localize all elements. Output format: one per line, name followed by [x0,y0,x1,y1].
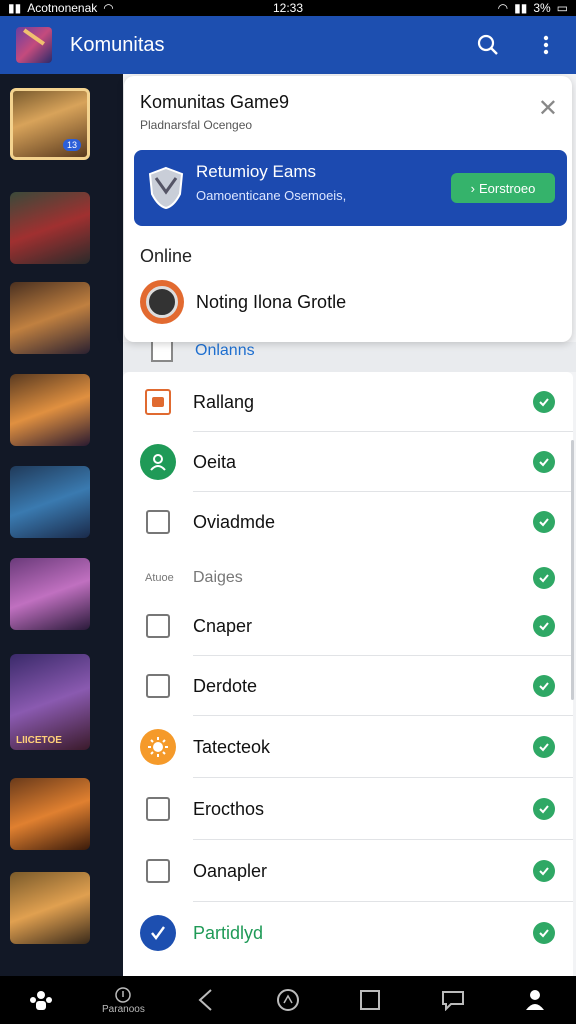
nav-recents[interactable] [340,978,400,1022]
promo-subtitle: Oamoenticane Osemoeis, [196,188,347,203]
section-label: Daiges [193,569,243,586]
list-item[interactable]: Oanapler [123,840,573,902]
app-bar: Komunitas [0,16,576,74]
check-icon [533,567,555,589]
home-circle-icon [276,989,299,1011]
game-tile[interactable]: LIICETOE [10,654,90,750]
status-bar: ▮▮ Acotnonenak ◠ 12:33 ◠ ▮▮ 3% ▭ [0,0,576,16]
sun-icon [140,729,176,765]
app-bar-actions [474,31,560,59]
game-tile[interactable] [10,192,90,264]
check-icon [533,675,555,697]
shield-icon [148,166,184,210]
game-tile[interactable] [10,466,90,538]
square-icon [360,990,381,1010]
promo-title: Retumioy Eams [196,162,316,181]
nav-explore[interactable]: Paranoos [93,978,153,1022]
check-icon [533,391,555,413]
check-icon [533,451,555,473]
promo-banner: Retumioy Eams Oamoenticane Osemoeis, › E… [134,150,567,226]
profile-icon [525,990,544,1010]
checkbox[interactable] [146,674,170,698]
card-subtitle: Pladnarsfal Ocengeo [140,118,253,132]
nav-profile[interactable] [505,978,565,1022]
online-label: Online [140,246,193,266]
header-checkbox[interactable] [151,340,173,362]
people-icon [30,991,53,1010]
check-icon [533,511,555,533]
compass-icon [115,986,132,1003]
nav-community[interactable] [11,978,71,1022]
section-header: Atuoe Daiges [123,560,573,596]
checkbox[interactable] [146,614,170,638]
nav-back[interactable] [176,978,236,1022]
check-icon [533,798,555,820]
list-item-label: Oeita [193,451,237,472]
checkbox[interactable] [146,797,170,821]
promo-button-label: Eorstroeo [478,180,536,196]
game-tile[interactable]: 13 [10,88,90,160]
rows-icon [145,389,171,415]
list-item[interactable]: Derdote [123,656,573,716]
list-header: Onlanns [123,340,576,372]
check-icon [533,860,555,882]
scrollbar[interactable] [571,440,574,700]
list-item[interactable]: Tatecteok [123,716,573,778]
tile-badge: 13 [62,139,81,151]
list-item-label: Erocthos [193,798,265,819]
group-icon [140,444,176,480]
bottom-nav: Paranoos [0,976,576,1024]
list-item-label: Derdote [193,675,258,696]
app-logo [16,27,52,63]
chat-icon [441,991,464,1011]
nav-chat[interactable] [423,978,483,1022]
promo-button[interactable]: › Eorstroeo [451,173,555,203]
member-list: Rallang Oeita Oviadmde Atuoe Daiges Cnap… [123,372,573,976]
list-item[interactable]: Oeita [123,432,573,492]
game-tile[interactable] [10,778,90,850]
game-tile[interactable] [10,374,90,446]
avatar [140,280,184,324]
check-icon [533,736,555,758]
back-icon [198,989,212,1011]
check-icon [533,922,555,944]
list-item[interactable]: Cnaper [123,596,573,656]
nav-label: Paranoos [102,1003,145,1015]
game-tile[interactable] [10,282,90,354]
section-tag: Atuoe [145,572,174,584]
status-time: 12:33 [272,1,304,15]
nav-home[interactable] [258,978,318,1022]
check-icon [533,615,555,637]
checkmark-badge-icon [140,915,176,951]
search-icon[interactable] [474,31,502,59]
app-root: ▮▮ Acotnonenak ◠ 12:33 ◠ ▮▮ 3% ▭ Komunit… [0,0,576,1024]
game-tile[interactable] [10,872,90,944]
list-item[interactable]: Erocthos [123,778,573,840]
game-rail: 13 LIICETOE [0,74,123,976]
checkbox[interactable] [146,859,170,883]
list-item[interactable]: Partidlyd [123,902,573,964]
game-tile[interactable] [10,558,90,630]
list-item-label: Oviadmde [193,511,276,532]
list-item-label: Partidlyd [193,922,264,943]
list-item-label: Tatecteok [193,736,271,757]
community-card: Komunitas Game9 Pladnarsfal Ocengeo ✕ Re… [124,76,572,342]
list-item[interactable]: Rallang [123,372,573,432]
play-icon: › [470,180,475,196]
online-user-row[interactable]: Noting Ilona Grotle [140,280,346,324]
tile-caption: LIICETOE [16,735,62,746]
list-header-label[interactable]: Onlanns [195,342,255,360]
close-icon[interactable]: ✕ [538,94,558,123]
app-title: Komunitas [70,33,165,56]
card-title: Komunitas Game9 [140,92,290,112]
list-item-label: Oanapler [193,860,268,881]
list-item-label: Cnaper [193,615,253,636]
list-item-label: Rallang [193,391,255,412]
more-vert-icon[interactable] [532,31,560,59]
checkbox[interactable] [146,510,170,534]
online-user-name: Noting Ilona Grotle [196,291,347,312]
list-item[interactable]: Oviadmde [123,492,573,552]
